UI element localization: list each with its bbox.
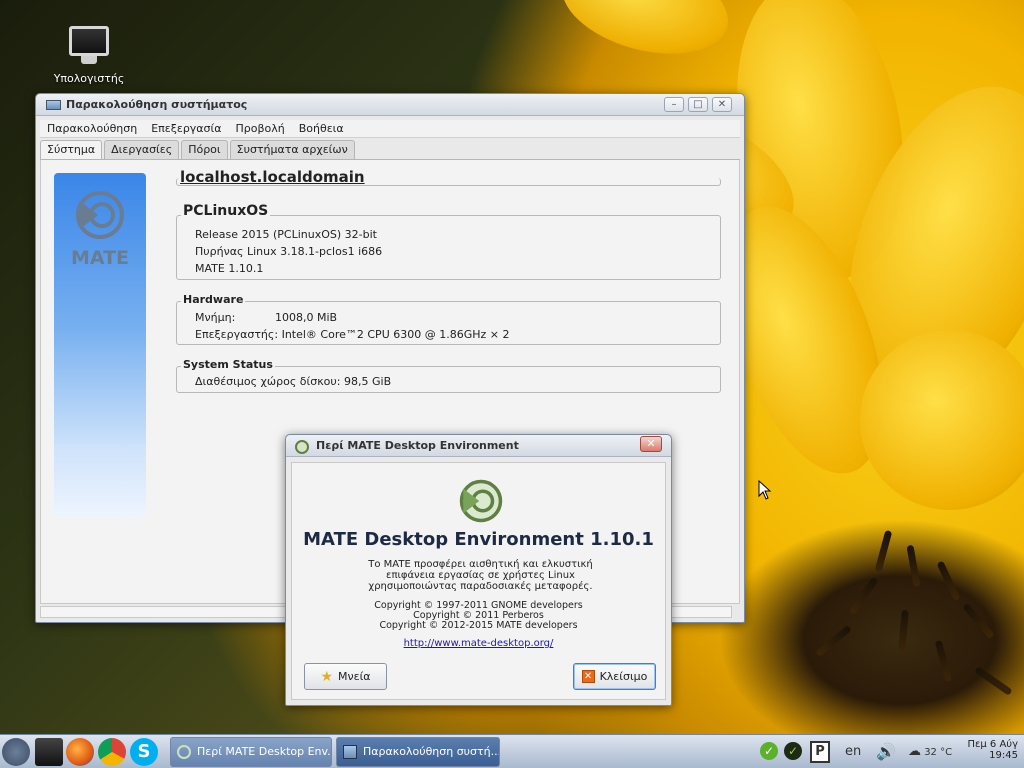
website-link[interactable]: http://www.mate-desktop.org/ — [292, 638, 665, 649]
mate-icon — [177, 745, 191, 759]
about-description-line: χρησιμοποιώντας παραδοσιακές μεταφορές. — [368, 581, 593, 592]
about-description-line: Το MATE προσφέρει αισθητική και ελκυστικ… — [368, 559, 593, 570]
wallpaper-stamen — [936, 560, 961, 602]
wallpaper-stamen — [974, 666, 1013, 696]
menu-help[interactable]: Βοήθεια — [292, 120, 351, 137]
close-button[interactable]: ✕ — [712, 97, 732, 112]
volume-icon[interactable]: 🔊 — [876, 735, 896, 768]
taskbar: S Περί MATE Desktop Env... Παρακολούθηση… — [0, 734, 1024, 768]
computer-icon-stand — [81, 56, 97, 64]
close-button-label: Κλείσιμο — [599, 670, 648, 683]
hardware-frame: Hardware Μνήμη: 1008,0 MiB Επεξεργαστής: … — [176, 293, 721, 345]
os-kernel: Πυρήνας Linux 3.18.1-pclos1 i686 — [195, 245, 383, 258]
clock-date: Πεμ 6 Αύγ — [967, 739, 1018, 750]
about-description: Το MATE προσφέρει αισθητική και ελκυστικ… — [352, 559, 609, 592]
disk-value: 98,5 GiB — [344, 375, 392, 388]
menu-edit[interactable]: Επεξεργασία — [144, 120, 228, 137]
sysmon-titlebar[interactable]: Παρακολούθηση συστήματος – □ ✕ — [36, 94, 744, 116]
maximize-button[interactable]: □ — [688, 97, 708, 112]
about-title: Περί MATE Desktop Environment — [316, 439, 519, 452]
desktop-icon-label: Υπολογιστής — [53, 72, 125, 85]
wallpaper-petal — [551, 0, 739, 71]
about-content: MATE Desktop Environment 1.10.1 Το MATE … — [291, 462, 666, 700]
menubar: Παρακολούθηση Επεξεργασία Προβολή Βοήθει… — [40, 120, 740, 138]
about-close-icon[interactable]: ✕ — [640, 436, 662, 452]
cpu-value: Intel® Core™2 CPU 6300 @ 1.86GHz × 2 — [281, 328, 510, 341]
star-icon: ★ — [320, 668, 333, 685]
system-monitor-icon — [46, 100, 61, 110]
distro-logo-banner: MATE — [54, 173, 146, 518]
memory-value: 1008,0 MiB — [275, 311, 338, 324]
about-titlebar[interactable]: Περί MATE Desktop Environment ✕ — [286, 435, 671, 457]
about-product-name: MATE Desktop Environment 1.10.1 — [303, 529, 654, 550]
os-release: Release 2015 (PCLinuxOS) 32-bit — [195, 228, 377, 241]
disk-label: Διαθέσιμος χώρος δίσκου: — [195, 375, 341, 388]
disk-row: Διαθέσιμος χώρος δίσκου: 98,5 GiB — [177, 373, 720, 390]
firefox-icon[interactable] — [66, 738, 94, 766]
system-status-header: System Status — [181, 358, 275, 371]
keyboard-layout[interactable]: en — [845, 735, 861, 768]
about-dialog: Περί MATE Desktop Environment ✕ MATE Des… — [285, 434, 672, 706]
task-label: Περί MATE Desktop Env... — [197, 745, 332, 758]
mate-icon — [295, 440, 309, 454]
skype-icon[interactable]: S — [130, 738, 158, 766]
system-status-frame: System Status Διαθέσιμος χώρος δίσκου: 9… — [176, 358, 721, 393]
wallpaper-stamen — [962, 602, 995, 640]
about-copyright: Copyright © 1997-2011 GNOME developers C… — [292, 601, 665, 631]
mate-logo-icon — [76, 191, 124, 239]
about-description-line: επιφάνεια εργασίας σε χρήστες Linux — [386, 570, 575, 581]
task-system-monitor[interactable]: Παρακολούθηση συστή... — [336, 737, 500, 767]
hostname: localhost.localdomain — [180, 168, 365, 186]
temperature: 32 °C — [924, 747, 953, 758]
sysmon-title: Παρακολούθηση συστήματος — [66, 98, 248, 111]
wallpaper-stamen — [906, 544, 921, 588]
os-mate-version: MATE 1.10.1 — [195, 262, 264, 275]
wallpaper-stamen — [874, 529, 893, 573]
menu-view[interactable]: Προβολή — [229, 120, 292, 137]
terminal-icon[interactable] — [35, 738, 63, 766]
chrome-icon[interactable] — [98, 738, 126, 766]
mouse-cursor-icon — [758, 480, 772, 500]
os-name: PCLinuxOS — [181, 203, 271, 219]
memory-label: Μνήμη: — [195, 311, 236, 324]
mate-logo-text: MATE — [70, 247, 130, 269]
cpu-row: Επεξεργαστής: Intel® Core™2 CPU 6300 @ 1… — [177, 326, 720, 343]
credits-button[interactable]: ★ Μνεία — [304, 663, 387, 690]
computer-icon — [69, 26, 109, 56]
weather-icon: ☁ — [908, 744, 921, 759]
task-about-dialog[interactable]: Περί MATE Desktop Env... — [170, 737, 332, 767]
clock[interactable]: Πεμ 6 Αύγ 19:45 — [967, 739, 1018, 761]
tab-system[interactable]: Σύστημα — [40, 140, 103, 159]
wallpaper-stamen — [898, 609, 909, 653]
system-monitor-icon — [343, 745, 357, 759]
menu-monitor[interactable]: Παρακολούθηση — [40, 120, 144, 137]
weather-applet[interactable]: ☁ 32 °C — [908, 735, 952, 768]
credits-button-label: Μνεία — [338, 670, 371, 683]
task-label: Παρακολούθηση συστή... — [363, 745, 500, 758]
wallpaper-stamen — [815, 624, 852, 658]
mate-logo-icon — [459, 479, 503, 523]
close-icon: ✕ — [581, 670, 595, 683]
cpu-label: Επεξεργαστής: — [195, 328, 279, 341]
wallpaper-stamen — [934, 639, 953, 683]
memory-row: Μνήμη: 1008,0 MiB — [177, 309, 720, 326]
desktop-computer-shortcut[interactable]: Υπολογιστής — [52, 24, 126, 85]
hardware-header: Hardware — [181, 293, 246, 306]
os-frame: PCLinuxOS Release 2015 (PCLinuxOS) 32-bi… — [176, 203, 721, 280]
minimize-button[interactable]: – — [664, 97, 684, 112]
tab-bar: Σύστημα Διεργασίες Πόροι Συστήματα αρχεί… — [40, 140, 740, 160]
copyright-line: Copyright © 2012-2015 MATE developers — [379, 620, 578, 631]
close-button[interactable]: ✕ Κλείσιμο — [573, 663, 656, 690]
tab-filesystems[interactable]: Συστήματα αρχείων — [229, 140, 355, 159]
update-ok-icon[interactable]: ✓ — [760, 735, 780, 768]
main-menu-icon[interactable] — [2, 738, 30, 766]
check-icon[interactable]: ✓ — [784, 735, 804, 768]
clock-time: 19:45 — [989, 750, 1018, 761]
tab-processes[interactable]: Διεργασίες — [104, 140, 180, 159]
wallpaper-stamen — [848, 576, 879, 616]
tab-resources[interactable]: Πόροι — [181, 140, 228, 159]
package-manager-icon[interactable]: P — [810, 735, 832, 768]
